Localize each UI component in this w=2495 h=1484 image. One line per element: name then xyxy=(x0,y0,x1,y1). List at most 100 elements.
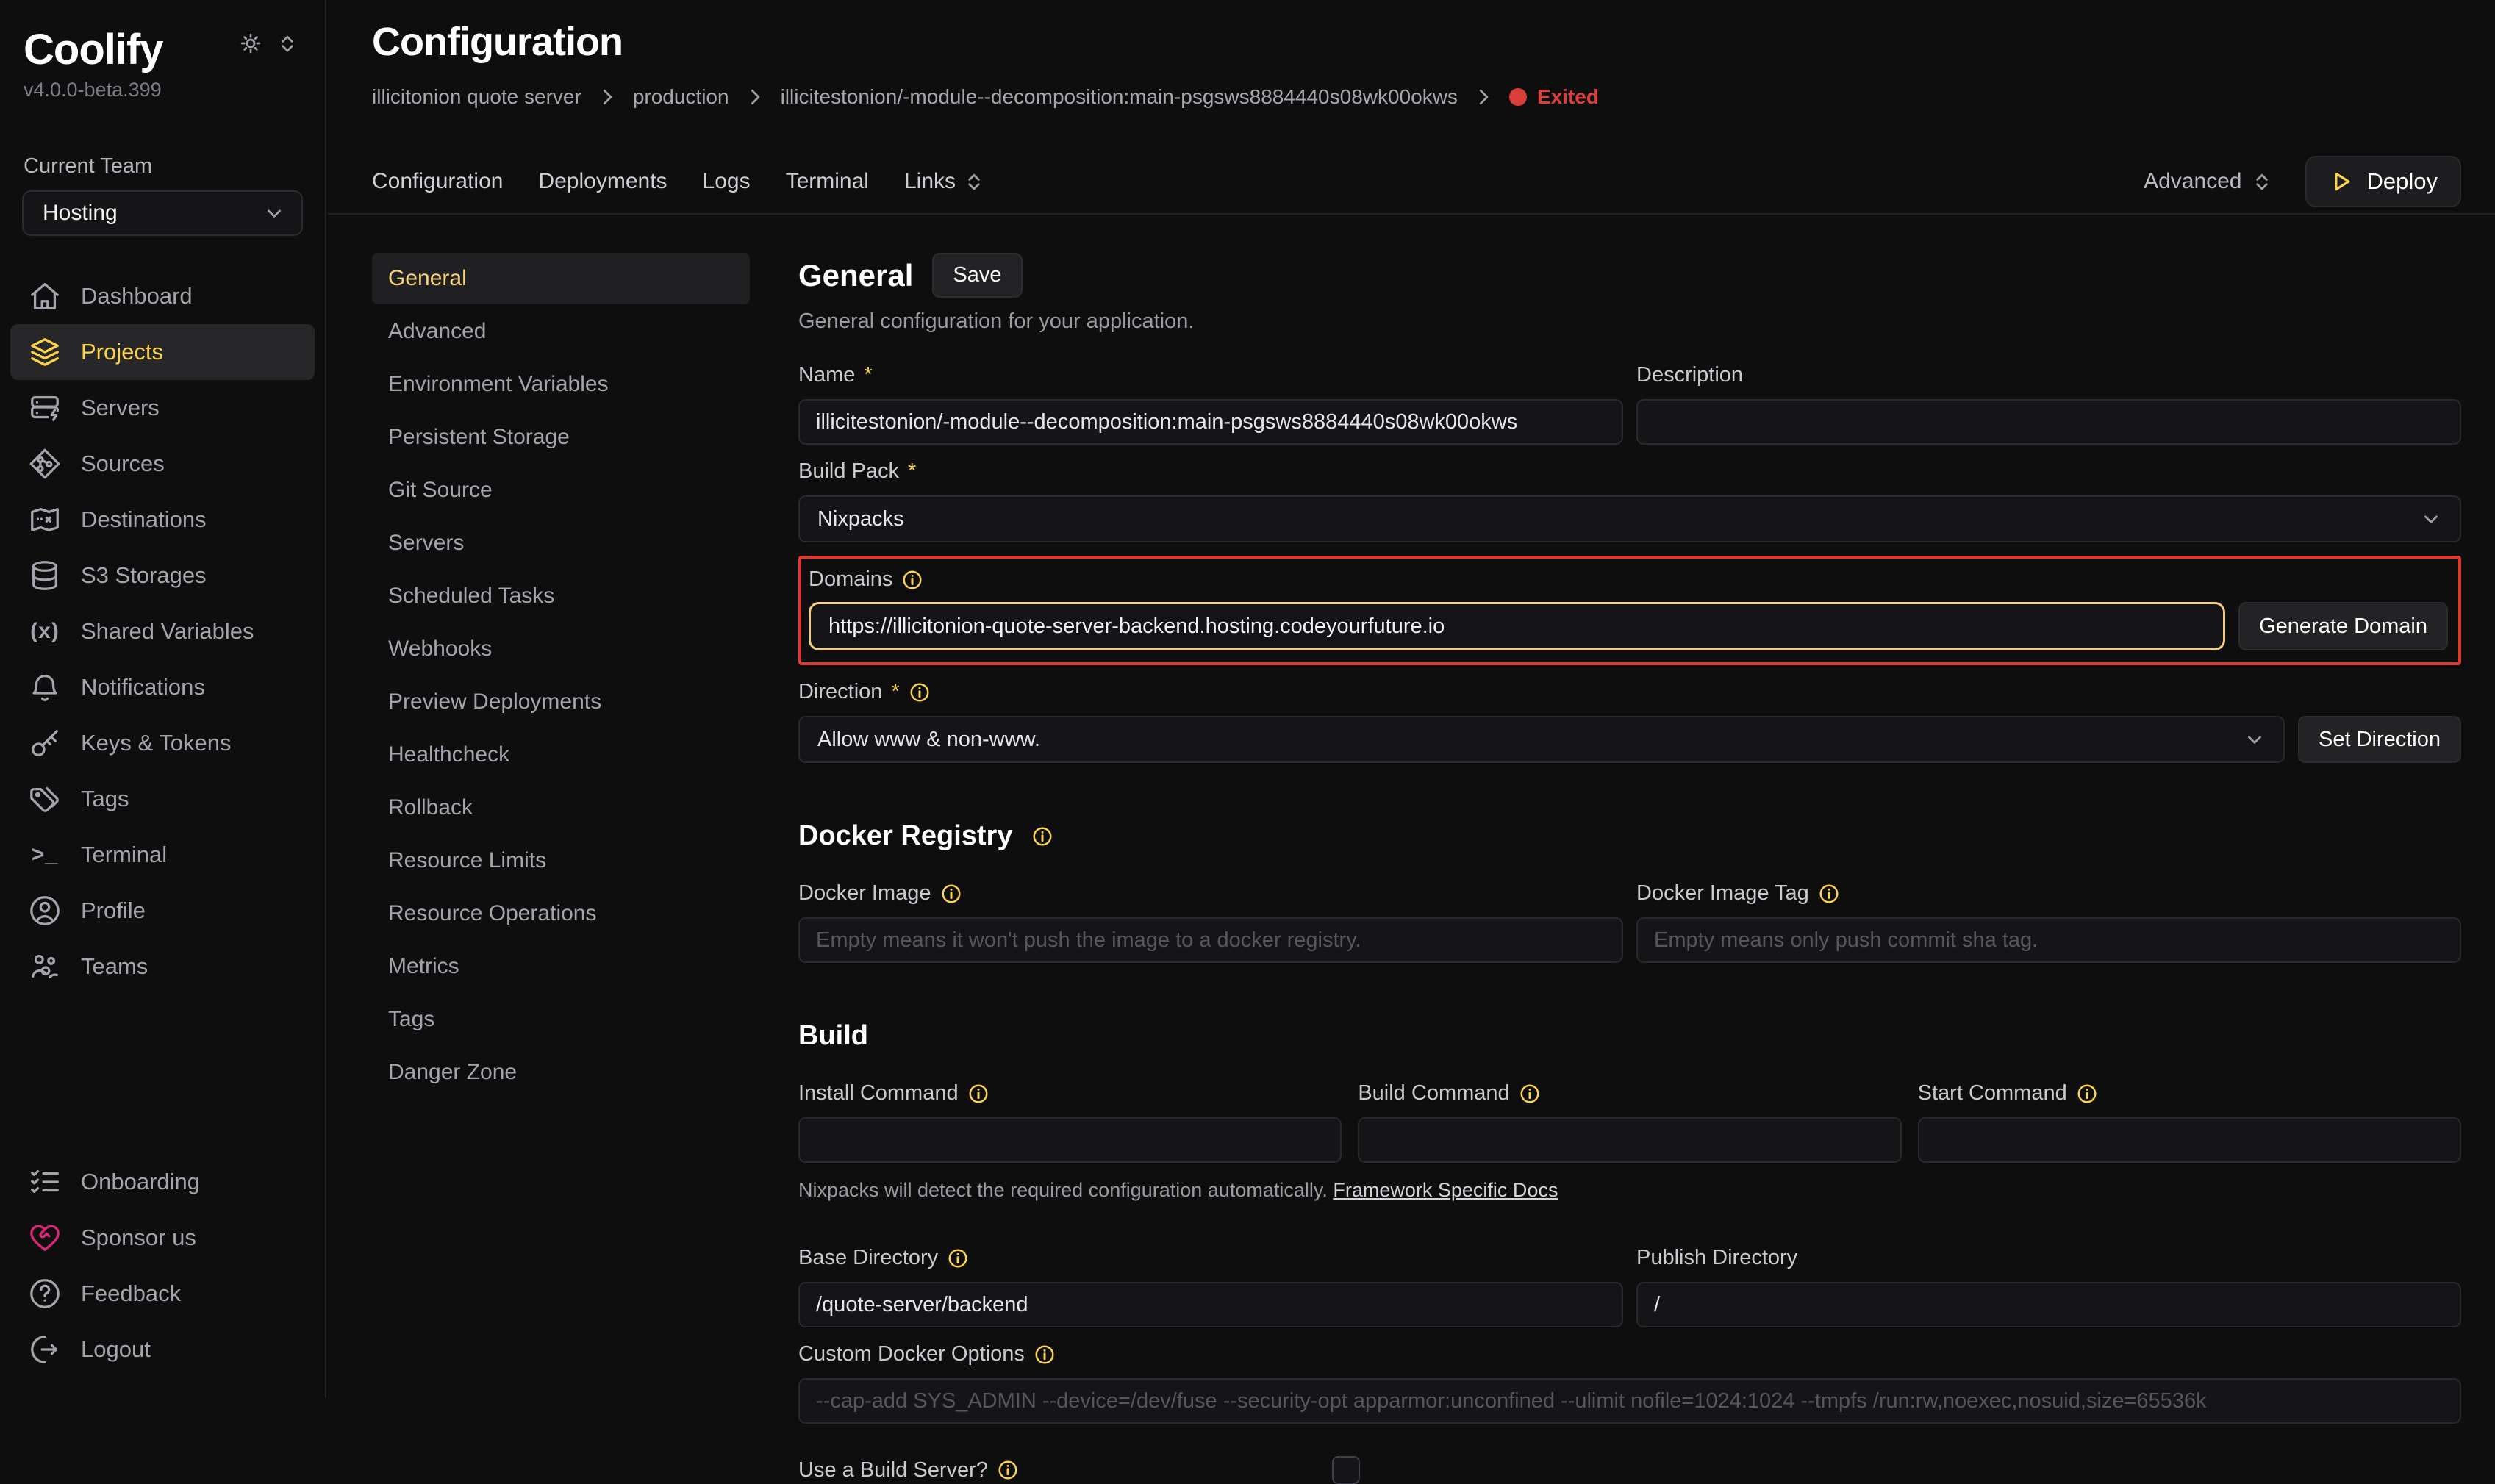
sidebar-item-logout[interactable]: Logout xyxy=(10,1322,315,1377)
subnav-item-advanced[interactable]: Advanced xyxy=(372,306,750,357)
sidebar-item-dashboard[interactable]: Dashboard xyxy=(10,268,315,324)
tab-deployments[interactable]: Deployments xyxy=(538,169,667,194)
deploy-button[interactable]: Deploy xyxy=(2305,156,2462,207)
generate-domain-button[interactable]: Generate Domain xyxy=(2238,602,2448,650)
theme-toggle-icon[interactable] xyxy=(240,32,262,54)
name-label: Name xyxy=(798,363,855,387)
tab-logs[interactable]: Logs xyxy=(703,169,751,194)
chevron-down-icon xyxy=(2244,728,2266,750)
base-directory-label: Base Directory xyxy=(798,1246,938,1270)
install-command-input[interactable] xyxy=(798,1117,1342,1163)
tab-configuration[interactable]: Configuration xyxy=(372,169,503,194)
description-input[interactable] xyxy=(1636,399,2461,445)
domains-label: Domains xyxy=(809,567,892,592)
chevron-right-icon xyxy=(1472,86,1495,108)
help-icon xyxy=(28,1277,62,1311)
start-command-input[interactable] xyxy=(1918,1117,2461,1163)
name-input[interactable] xyxy=(798,399,1623,445)
sidebar-item-servers[interactable]: Servers xyxy=(10,380,315,436)
subnav-item-healthcheck[interactable]: Healthcheck xyxy=(372,729,750,781)
info-icon xyxy=(1818,883,1840,905)
subnav-item-tags[interactable]: Tags xyxy=(372,994,750,1045)
docker-image-tag-input[interactable] xyxy=(1636,917,2461,963)
subnav-item-preview-deployments[interactable]: Preview Deployments xyxy=(372,676,750,728)
team-select-value: Hosting xyxy=(43,201,118,226)
selector-chevrons-icon xyxy=(963,171,985,193)
breadcrumb-application[interactable]: illicitestonion/-module--decomposition:m… xyxy=(781,85,1458,109)
sidebar-item-onboarding[interactable]: Onboarding xyxy=(10,1154,315,1210)
set-direction-button[interactable]: Set Direction xyxy=(2298,716,2461,763)
general-form: General Save General configuration for y… xyxy=(798,253,2461,1484)
variables-icon: (x) xyxy=(28,619,62,644)
page-title: Configuration xyxy=(372,19,2461,65)
subnav-item-rollback[interactable]: Rollback xyxy=(372,782,750,834)
section-heading-build: Build xyxy=(798,1020,868,1052)
direction-select[interactable]: Allow www & non-www. xyxy=(798,716,2285,763)
subnav-item-webhooks[interactable]: Webhooks xyxy=(372,623,750,675)
build-server-checkbox[interactable] xyxy=(1332,1456,1360,1484)
sidebar-item-notifications[interactable]: Notifications xyxy=(10,659,315,715)
sidebar-item-projects[interactable]: Projects xyxy=(10,324,315,380)
sidebar-item-destinations[interactable]: Destinations xyxy=(10,492,315,548)
sidebar-item-profile[interactable]: Profile xyxy=(10,883,315,939)
publish-directory-input[interactable] xyxy=(1636,1282,2461,1327)
docker-image-input[interactable] xyxy=(798,917,1623,963)
subnav-item-scheduled-tasks[interactable]: Scheduled Tasks xyxy=(372,570,750,622)
selector-chevrons-icon xyxy=(2251,171,2273,193)
sidebar-item-terminal[interactable]: >_ Terminal xyxy=(10,827,315,883)
build-pack-select[interactable]: Nixpacks xyxy=(798,495,2461,542)
subnav-item-danger-zone[interactable]: Danger Zone xyxy=(372,1047,750,1098)
sidebar-item-sources[interactable]: Sources xyxy=(10,436,315,492)
custom-docker-options-input[interactable] xyxy=(798,1378,2461,1424)
save-button[interactable]: Save xyxy=(932,253,1022,298)
sidebar-item-tags[interactable]: Tags xyxy=(10,771,315,827)
tab-terminal[interactable]: Terminal xyxy=(786,169,869,194)
info-icon xyxy=(901,569,923,591)
sidebar-item-teams[interactable]: Teams xyxy=(10,939,315,994)
sidebar-item-shared-variables[interactable]: (x) Shared Variables xyxy=(10,603,315,659)
subnav-item-git-source[interactable]: Git Source xyxy=(372,465,750,516)
build-command-input[interactable] xyxy=(1358,1117,1901,1163)
chevron-right-icon xyxy=(744,86,766,108)
publish-directory-label: Publish Directory xyxy=(1636,1246,1797,1270)
sidebar-item-sponsor[interactable]: Sponsor us xyxy=(10,1210,315,1266)
sidebar-item-feedback[interactable]: Feedback xyxy=(10,1266,315,1322)
sidebar-item-keys-tokens[interactable]: Keys & Tokens xyxy=(10,715,315,771)
advanced-selector[interactable]: Advanced xyxy=(2144,169,2272,194)
status-badge: Exited xyxy=(1509,85,1599,109)
info-icon xyxy=(997,1459,1019,1481)
domains-input[interactable] xyxy=(809,602,2225,650)
subnav-item-environment-variables[interactable]: Environment Variables xyxy=(372,359,750,410)
users-icon xyxy=(28,950,62,983)
subnav-item-servers[interactable]: Servers xyxy=(372,517,750,569)
sidebar-item-s3-storages[interactable]: S3 Storages xyxy=(10,548,315,603)
subnav-item-resource-operations[interactable]: Resource Operations xyxy=(372,888,750,939)
info-icon xyxy=(947,1247,969,1269)
breadcrumb-environment[interactable]: production xyxy=(633,85,729,109)
info-icon xyxy=(2076,1083,2098,1105)
section-heading-general: General xyxy=(798,258,913,293)
tag-icon xyxy=(28,782,62,816)
breadcrumb-project[interactable]: illicitonion quote server xyxy=(372,85,581,109)
tab-links[interactable]: Links xyxy=(904,169,985,194)
start-command-label: Start Command xyxy=(1918,1081,2067,1105)
info-icon xyxy=(1034,1344,1056,1366)
subnav-item-general[interactable]: General xyxy=(372,253,750,304)
docker-image-tag-label: Docker Image Tag xyxy=(1636,881,1809,906)
git-source-icon xyxy=(28,447,62,481)
team-select[interactable]: Hosting xyxy=(22,190,303,236)
base-directory-input[interactable] xyxy=(798,1282,1623,1327)
subnav-item-resource-limits[interactable]: Resource Limits xyxy=(372,835,750,886)
breadcrumb: illicitonion quote server production ill… xyxy=(372,85,2461,109)
server-icon xyxy=(28,391,62,425)
section-heading-docker-registry: Docker Registry xyxy=(798,820,1012,852)
current-team-label: Current Team xyxy=(0,101,325,179)
layers-icon xyxy=(28,335,62,369)
map-icon xyxy=(28,503,62,537)
main-panel: Configuration illicitonion quote server … xyxy=(328,0,2495,1398)
build-command-label: Build Command xyxy=(1358,1081,1509,1105)
theme-selector-chevrons-icon[interactable] xyxy=(276,32,298,54)
subnav-item-metrics[interactable]: Metrics xyxy=(372,941,750,992)
subnav-item-persistent-storage[interactable]: Persistent Storage xyxy=(372,412,750,463)
framework-docs-link[interactable]: Framework Specific Docs xyxy=(1333,1179,1558,1201)
